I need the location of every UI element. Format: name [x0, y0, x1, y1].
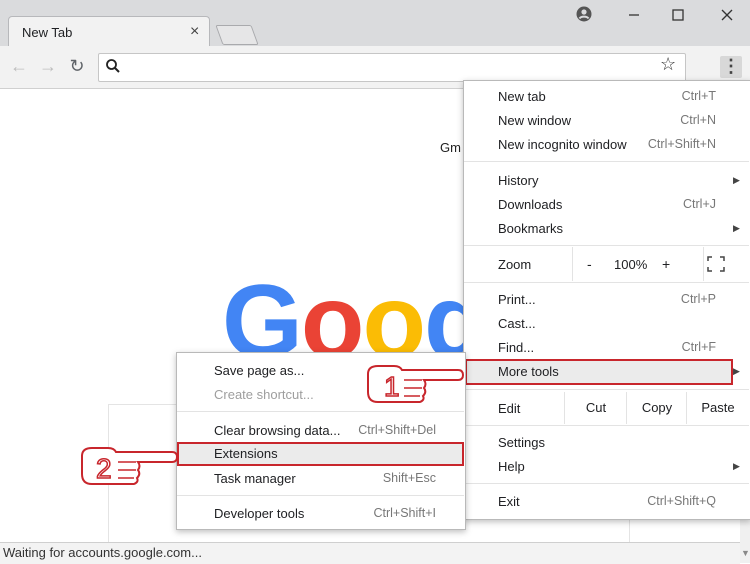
menu-item-find[interactable]: Find...: [498, 340, 534, 355]
pointing-hand-icon: 1: [364, 360, 465, 409]
new-tab-button[interactable]: [215, 25, 259, 45]
forward-arrow-icon[interactable]: →: [37, 54, 59, 78]
cut-button[interactable]: Cut: [564, 392, 627, 424]
menu-item-edit: Edit: [498, 401, 521, 416]
menu-item-cast[interactable]: Cast...: [498, 316, 536, 331]
zoom-in-button[interactable]: +: [662, 256, 670, 272]
chrome-menu-icon[interactable]: ⋮: [720, 56, 742, 78]
shortcut-find: Ctrl+F: [681, 340, 716, 354]
menu-separator: [177, 411, 464, 412]
shortcut-downloads: Ctrl+J: [683, 197, 716, 211]
search-icon: [104, 57, 122, 75]
menu-item-print[interactable]: Print...: [498, 292, 536, 307]
minimize-icon[interactable]: [620, 6, 648, 28]
submenu-item-save-page[interactable]: Save page as...: [214, 363, 304, 378]
account-icon[interactable]: [570, 6, 598, 28]
menu-item-downloads[interactable]: Downloads: [498, 197, 562, 212]
menu-separator: [464, 282, 749, 283]
shortcut-developer-tools: Ctrl+Shift+I: [373, 506, 436, 520]
shortcut-print: Ctrl+P: [680, 292, 716, 306]
submenu-arrow-icon: ▶: [733, 223, 740, 233]
extensions-label: Extensions: [214, 446, 278, 461]
submenu-arrow-icon: ▶: [733, 461, 740, 471]
fullscreen-icon[interactable]: [707, 256, 725, 275]
shortcut-task-manager: Shift+Esc: [382, 471, 436, 485]
paste-button[interactable]: Paste: [686, 392, 749, 424]
maximize-icon[interactable]: [664, 6, 692, 28]
bookmark-star-icon[interactable]: ☆: [660, 54, 676, 75]
menu-separator: [177, 495, 464, 496]
menu-separator: [464, 161, 749, 162]
menu-item-bookmarks[interactable]: Bookmarks: [498, 221, 563, 236]
tab-title: New Tab: [22, 25, 73, 40]
address-bar[interactable]: [98, 53, 686, 82]
submenu-item-developer-tools[interactable]: Developer tools: [214, 506, 304, 521]
submenu-item-task-manager[interactable]: Task manager: [214, 471, 296, 486]
close-window-icon[interactable]: [713, 6, 741, 28]
submenu-arrow-icon: ▶: [733, 175, 740, 185]
menu-item-history[interactable]: History: [498, 173, 538, 188]
more-tools-label: More tools: [498, 364, 559, 379]
step-2-label: 2: [96, 453, 112, 484]
shortcut-new-incognito: Ctrl+Shift+N: [647, 137, 716, 151]
menu-item-settings[interactable]: Settings: [498, 435, 545, 450]
zoom-level: 100%: [614, 257, 648, 272]
menu-separator: [464, 425, 749, 426]
person-icon: [576, 6, 592, 22]
submenu-item-create-shortcut: Create shortcut...: [214, 387, 314, 402]
status-text: Waiting for accounts.google.com...: [3, 545, 202, 560]
pointing-hand-icon: 2: [78, 442, 179, 491]
menu-item-new-tab[interactable]: New tab: [498, 89, 546, 104]
step-1-label: 1: [384, 371, 400, 402]
shortcut-new-window: Ctrl+N: [680, 113, 716, 127]
menu-separator: [464, 389, 749, 390]
shortcut-exit: Ctrl+Shift+Q: [647, 494, 716, 508]
menu-item-zoom: Zoom: [498, 257, 532, 272]
copy-button[interactable]: Copy: [626, 392, 687, 424]
reload-icon[interactable]: ↻: [66, 54, 88, 78]
menu-separator: [464, 245, 749, 246]
menu-item-help[interactable]: Help: [498, 459, 525, 474]
menu-separator: [464, 483, 749, 484]
tab-close-icon[interactable]: ×: [190, 23, 199, 41]
shortcut-new-tab: Ctrl+T: [681, 89, 716, 103]
shortcut-clear-browsing-data: Ctrl+Shift+Del: [358, 423, 436, 437]
zoom-out-button[interactable]: -: [587, 256, 592, 272]
scroll-down-icon[interactable]: ▼: [741, 548, 750, 558]
back-arrow-icon[interactable]: ←: [8, 54, 30, 78]
menu-item-new-window[interactable]: New window: [498, 113, 571, 128]
menu-item-exit[interactable]: Exit: [498, 494, 520, 509]
gmail-link[interactable]: Gm: [440, 140, 461, 155]
submenu-arrow-icon: ▶: [733, 366, 740, 376]
